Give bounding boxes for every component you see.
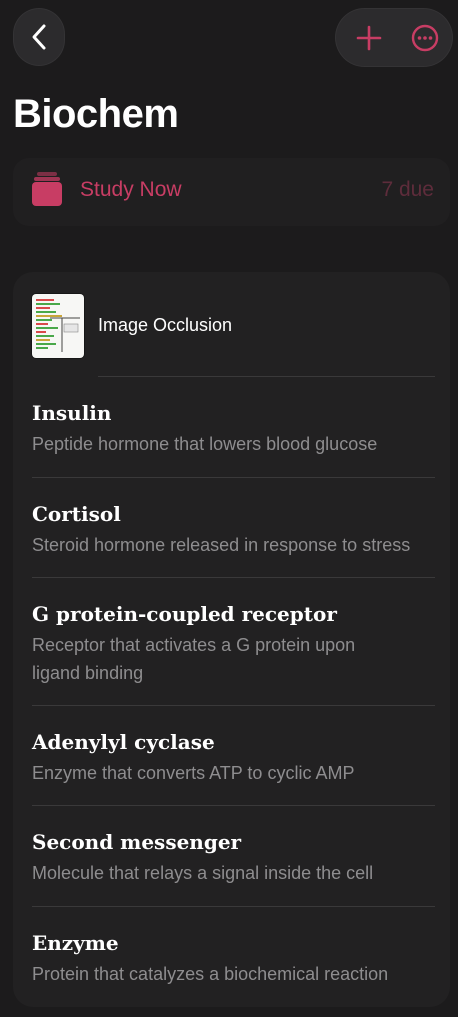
chevron-left-icon <box>32 24 46 50</box>
divider <box>32 906 435 907</box>
due-count: 7 due <box>381 178 434 201</box>
note-definition: Steroid hormone released in response to … <box>32 535 411 555</box>
add-button[interactable] <box>345 8 393 67</box>
divider <box>32 477 435 478</box>
plus-icon <box>356 25 382 50</box>
note-term: Enzyme <box>32 931 119 955</box>
image-occlusion-thumbnail[interactable] <box>32 294 84 358</box>
list-item-insulin[interactable]: Insulin Peptide hormone that lowers bloo… <box>32 400 442 458</box>
page-title: Biochem <box>13 92 179 136</box>
study-now-label: Study Now <box>80 178 182 201</box>
note-term: G protein-coupled receptor <box>32 602 337 626</box>
note-definition: Peptide hormone that lowers blood glucos… <box>32 434 378 454</box>
list-item-enzyme[interactable]: Enzyme Protein that catalyzes a biochemi… <box>32 930 442 988</box>
list-item-adenylyl-cyclase[interactable]: Adenylyl cyclase Enzyme that converts AT… <box>32 729 442 787</box>
back-button[interactable] <box>13 8 65 66</box>
divider <box>98 376 435 377</box>
card-stack-icon <box>32 172 62 206</box>
ellipsis-circle-icon <box>411 24 439 51</box>
divider <box>32 577 435 578</box>
image-occlusion-label[interactable]: Image Occlusion <box>98 315 232 336</box>
note-definition: Receptor that activates a G protein upon… <box>32 635 356 683</box>
note-term: Insulin <box>32 401 112 425</box>
note-term: Cortisol <box>32 502 121 526</box>
note-definition: Enzyme that converts ATP to cyclic AMP <box>32 763 355 783</box>
more-button[interactable] <box>401 8 449 67</box>
image-occlusion-preview-icon <box>36 299 80 352</box>
note-definition: Protein that catalyzes a biochemical rea… <box>32 964 389 984</box>
divider <box>32 805 435 806</box>
list-item-second-messenger[interactable]: Second messenger Molecule that relays a … <box>32 829 442 887</box>
notes-list: Image Occlusion Insulin Peptide hormone … <box>13 272 450 1007</box>
study-now-button[interactable]: Study Now 7 due <box>13 158 450 226</box>
note-term: Second messenger <box>32 830 242 854</box>
list-item-gpcr[interactable]: G protein-coupled receptor Receptor that… <box>32 601 372 687</box>
toolbar-actions <box>335 8 453 67</box>
divider <box>32 705 435 706</box>
note-definition: Molecule that relays a signal inside the… <box>32 863 374 883</box>
deck-screen: Biochem Study Now 7 due Image Occlusion … <box>0 0 458 1017</box>
list-item-cortisol[interactable]: Cortisol Steroid hormone released in res… <box>32 501 442 559</box>
note-term: Adenylyl cyclase <box>32 730 215 754</box>
